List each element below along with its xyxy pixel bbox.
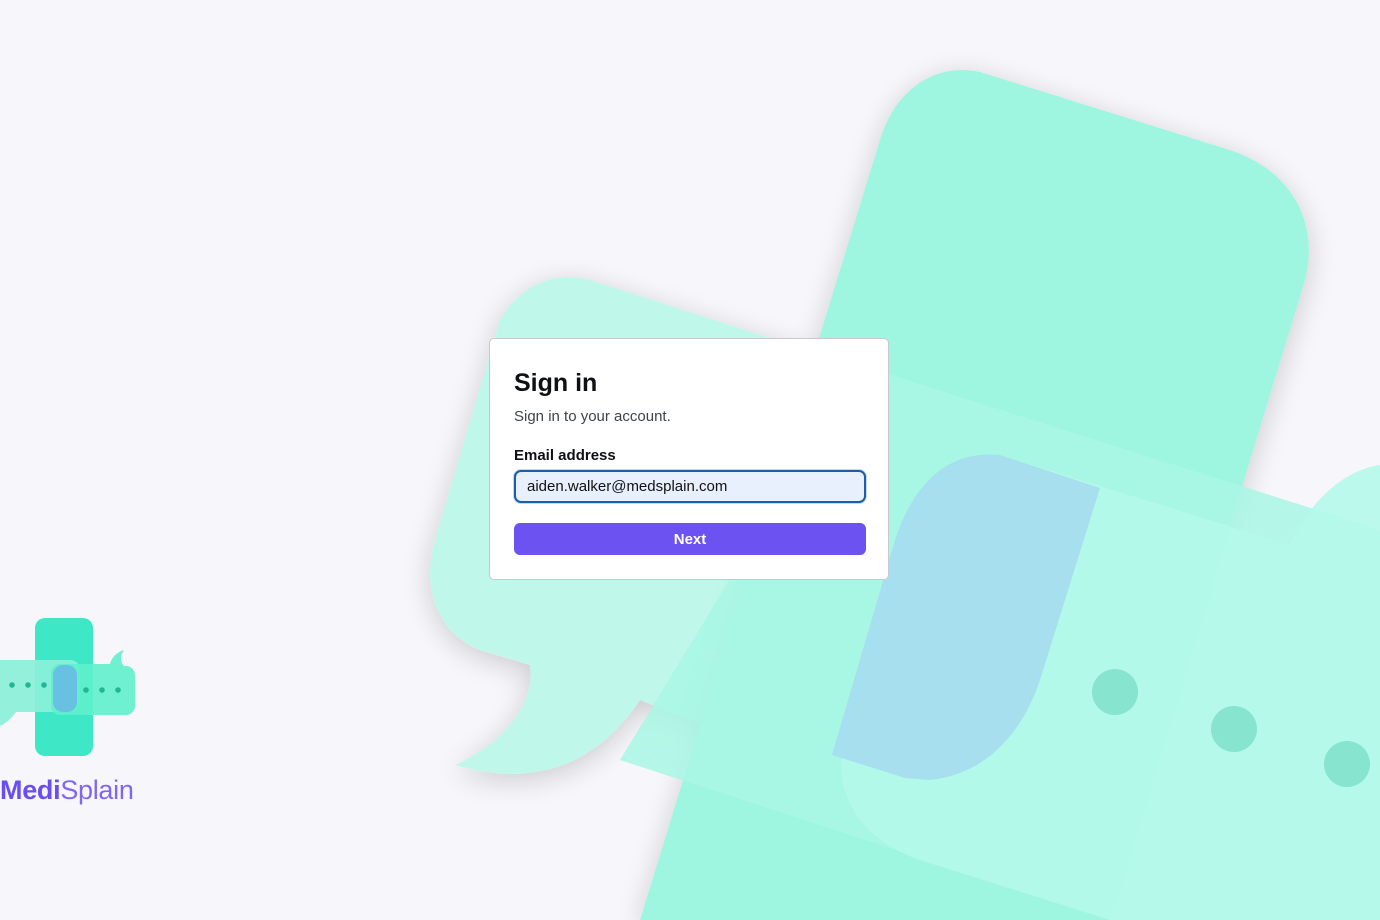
page-subtitle: Sign in to your account.	[514, 408, 671, 425]
sign-in-card: Sign in Sign in to your account. Email a…	[489, 338, 889, 580]
medsplain-logo-icon	[0, 618, 135, 756]
next-button[interactable]: Next	[514, 523, 866, 555]
bubble-dot-2	[1211, 706, 1257, 752]
bubble-dot-3	[1324, 741, 1370, 787]
email-field[interactable]	[514, 470, 866, 503]
email-label: Email address	[514, 447, 616, 464]
brand-wordmark: MediSplain	[0, 772, 134, 808]
bubble-dot-1	[1092, 669, 1138, 715]
brand-name-part2: Splain	[60, 775, 134, 805]
page-title: Sign in	[514, 369, 598, 397]
brand-name-part1: Medi	[0, 775, 61, 805]
